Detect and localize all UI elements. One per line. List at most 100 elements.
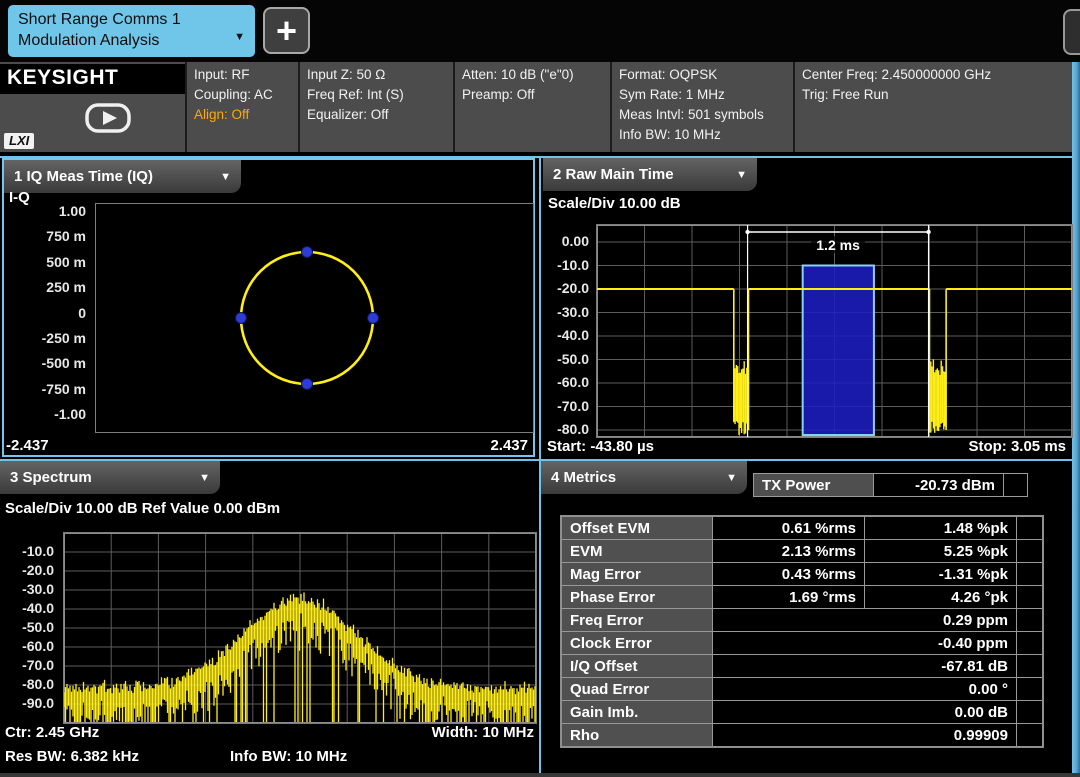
metric-label: Clock Error	[561, 632, 713, 655]
axis-tick-label: -30.0	[541, 303, 589, 321]
spectrum-y-axis: -10.0-20.0-30.0-40.0-50.0-60.0-70.0-80.0…	[0, 532, 58, 722]
metric-pk-value: 5.25 %pk	[865, 540, 1017, 563]
metric-pk-value: 1.48 %pk	[865, 516, 1017, 540]
panel-metrics: 4 Metrics ▼ TX Power -20.73 dBm Offset E…	[541, 461, 1072, 773]
axis-tick-label: 1.00	[0, 202, 86, 220]
axis-tick-label: -250 m	[0, 329, 86, 347]
dropdown-caret-icon: ▼	[234, 31, 245, 43]
meas-info-text: Info BW: 10 MHz	[612, 125, 793, 145]
meas-info-text: Sym Rate: 1 MHz	[612, 85, 793, 105]
symbol-point	[302, 247, 313, 258]
metric-row: Quad Error0.00 °	[561, 678, 1043, 701]
gate-region[interactable]	[803, 266, 874, 436]
offscreen-button[interactable]	[1063, 9, 1080, 55]
metric-extra-cell	[1017, 678, 1044, 701]
axis-tick-label: -60.0	[0, 637, 54, 655]
meas-info-text: Input: RF	[187, 65, 298, 85]
metric-row: Gain Imb.0.00 dB	[561, 701, 1043, 724]
panel4-title-dropdown[interactable]: 4 Metrics ▼	[541, 461, 747, 494]
spectrum-ctr-label: Ctr: 2.45 GHz	[5, 724, 99, 741]
keysight-logo: KEYSIGHT	[0, 64, 185, 94]
meas-info-column[interactable]: Input Z: 50 ΩFreq Ref: Int (S)Equalizer:…	[300, 62, 453, 152]
meas-info-column[interactable]: Format: OQPSKSym Rate: 1 MHzMeas Intvl: …	[612, 62, 793, 152]
iq-y-axis: 1.00750 m500 m250 m0-250 m-500 m-750 m-1…	[4, 203, 90, 431]
axis-tick-label: -750 m	[0, 380, 86, 398]
meas-info-column[interactable]: Atten: 10 dB ("e"0)Preamp: Off	[455, 62, 610, 152]
panel1-title-dropdown[interactable]: 1 IQ Meas Time (IQ) ▼	[4, 160, 241, 193]
add-tab-button[interactable]: +	[263, 7, 310, 54]
window-divider	[0, 156, 1072, 158]
metric-label: I/Q Offset	[561, 655, 713, 678]
meas-info-text: Align: Off	[187, 105, 298, 125]
metric-pk-value: -1.31 %pk	[865, 563, 1017, 586]
panel-spectrum: 3 Spectrum ▼ Scale/Div 10.00 dB Ref Valu…	[0, 461, 539, 773]
metric-extra-cell	[1017, 540, 1044, 563]
panel-iq-meas-time: 1 IQ Meas Time (IQ) ▼ I-Q 1.00750 m500 m…	[2, 158, 535, 457]
symbol-point	[236, 313, 247, 324]
panel3-title-dropdown[interactable]: 3 Spectrum ▼	[0, 461, 220, 494]
metric-label: Quad Error	[561, 678, 713, 701]
meas-info-column[interactable]: Input: RFCoupling: ACAlign: Off	[187, 62, 298, 152]
metric-rms-value: 2.13 %rms	[713, 540, 865, 563]
measurement-tab[interactable]: Short Range Comms 1 Modulation Analysis …	[8, 5, 255, 57]
axis-tick-label: 0	[0, 304, 86, 322]
metric-extra-cell	[1017, 609, 1044, 632]
raw-stop-label: Stop: 3.05 ms	[968, 438, 1066, 455]
metric-row: I/Q Offset-67.81 dB	[561, 655, 1043, 678]
axis-tick-label: 750 m	[0, 227, 86, 245]
metric-row: Mag Error0.43 %rms-1.31 %pk	[561, 563, 1043, 586]
meas-info-text: Meas Intvl: 501 symbols	[612, 105, 793, 125]
metric-row: EVM2.13 %rms5.25 %pk	[561, 540, 1043, 563]
raw-start-label: Start: -43.80 µs	[547, 438, 654, 455]
dropdown-caret-icon: ▼	[736, 169, 747, 181]
window-divider	[539, 156, 541, 777]
brand-column: KEYSIGHT LXI	[0, 62, 185, 152]
raw-scale-line: Scale/Div 10.00 dB	[548, 195, 681, 212]
spectrum-scale-line: Scale/Div 10.00 dB Ref Value 0.00 dBm	[5, 500, 280, 517]
axis-tick-label: -30.0	[0, 580, 54, 598]
tab-title-line2: Modulation Analysis	[18, 30, 245, 51]
metric-row: Rho0.99909	[561, 724, 1043, 748]
axis-tick-label: -500 m	[0, 354, 86, 372]
metric-row: Freq Error0.29 ppm	[561, 609, 1043, 632]
metric-label: Mag Error	[561, 563, 713, 586]
metric-extra-cell	[1017, 701, 1044, 724]
metric-row: Clock Error-0.40 ppm	[561, 632, 1043, 655]
panel-raw-main-time: 2 Raw Main Time ▼ Scale/Div 10.00 dB 0.0…	[543, 158, 1072, 457]
metric-extra-cell	[1017, 563, 1044, 586]
meas-info-text: Format: OQPSK	[612, 65, 793, 85]
metric-label: Offset EVM	[561, 516, 713, 540]
dropdown-caret-icon: ▼	[220, 171, 231, 183]
metric-rms-value: 0.43 %rms	[713, 563, 865, 586]
metric-rms-value: 1.69 °rms	[713, 586, 865, 609]
tx-power-extra-cell	[1003, 473, 1028, 497]
raw-y-axis: 0.00-10.0-20.0-30.0-40.0-50.0-60.0-70.0-…	[545, 224, 593, 436]
metrics-table: Offset EVM0.61 %rms1.48 %pkEVM2.13 %rms5…	[560, 515, 1044, 748]
tab-title-line1: Short Range Comms 1	[18, 9, 245, 30]
raw-time-plot: 1.2 ms	[596, 224, 1073, 438]
metric-extra-cell	[1017, 655, 1044, 678]
meas-info-columns: Input: RFCoupling: ACAlign: OffInput Z: …	[187, 62, 1072, 152]
metric-value: -0.40 ppm	[713, 632, 1017, 655]
axis-tick-label: -60.0	[541, 373, 589, 391]
metric-pk-value: 4.26 °pk	[865, 586, 1017, 609]
axis-tick-label: -1.00	[0, 405, 86, 423]
meas-info-text: Preamp: Off	[455, 85, 610, 105]
meas-info-column[interactable]: Center Freq: 2.450000000 GHzTrig: Free R…	[795, 62, 1072, 152]
iq-x-min: -2.437	[6, 437, 49, 454]
panel2-title-dropdown[interactable]: 2 Raw Main Time ▼	[543, 158, 757, 191]
window-divider	[0, 459, 1072, 461]
axis-tick-label: -90.0	[0, 694, 54, 712]
meas-info-text: Coupling: AC	[187, 85, 298, 105]
axis-tick-label: -40.0	[541, 326, 589, 344]
metric-label: EVM	[561, 540, 713, 563]
meas-info-bar: KEYSIGHT LXI Input: RFCoupling: ACAlign:…	[0, 62, 1072, 152]
metric-row: Offset EVM0.61 %rms1.48 %pk	[561, 516, 1043, 540]
axis-tick-label: -70.0	[0, 656, 54, 674]
scrollbar[interactable]	[1072, 62, 1080, 777]
bottom-edge	[0, 773, 1080, 777]
axis-tick-label: -10.0	[0, 542, 54, 560]
screen-share-icon	[84, 102, 132, 134]
axis-tick-label: -10.0	[541, 256, 589, 274]
spectrum-width-label: Width: 10 MHz	[432, 724, 534, 741]
